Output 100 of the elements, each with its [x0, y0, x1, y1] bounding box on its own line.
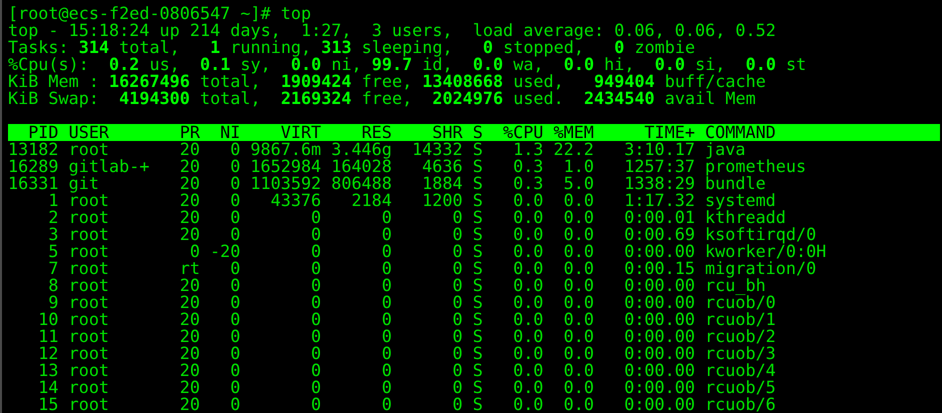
table-cell: rcuob/6 [705, 396, 776, 413]
table-cell-text: 0.0 [562, 192, 594, 209]
table-cell-text: 0.0 [562, 311, 594, 328]
column-header: S [472, 124, 483, 141]
table-cell-text: 20 [178, 277, 200, 294]
table-cell-text: 0 [380, 362, 392, 379]
table-cell-text: 9867.6m [249, 141, 322, 158]
table-cell-text: root [68, 396, 110, 413]
table-cell-text: root [68, 277, 110, 294]
table-cell-text: 0 [310, 379, 322, 396]
table-cell-text: 4636 [421, 158, 463, 175]
table-cell-text: 0 [380, 260, 392, 277]
table-cell-text: 0 [451, 311, 463, 328]
table-cell-text: 20 [178, 294, 200, 311]
table-cell-text: 2 [47, 209, 59, 226]
table-cell-text: git [68, 175, 99, 192]
table-cell-text: 0.3 [512, 158, 544, 175]
table-cell-text: 1257:37 [623, 158, 695, 175]
table-cell-text: 20 [178, 158, 200, 175]
table-cell-text: 0 [451, 396, 463, 413]
table-cell-text: 0 [380, 226, 392, 243]
table-cell-text: 0:00.00 [623, 396, 695, 413]
table-cell-text: S [472, 226, 483, 243]
table-cell-text: 0 [229, 175, 240, 192]
table-cell-text: 0 [310, 209, 322, 226]
table-cell-text: root [68, 345, 110, 362]
table-cell-text: 0:00.69 [623, 226, 695, 243]
table-cell-text: 0.0 [562, 379, 594, 396]
table-cell-text: 164028 [330, 158, 392, 175]
table-cell-text: 0.0 [512, 362, 544, 379]
table-cell-text: root [68, 328, 110, 345]
table-cell-text: S [472, 175, 483, 192]
table-cell-text: 0.0 [512, 345, 544, 362]
summary-line: KiB Swap: 4194300 total, 2169324 free, 2024976 used. 2434540 avail Mem [8, 90, 756, 107]
table-cell-text: 1.3 [512, 141, 544, 158]
table-cell-text: 0 [380, 294, 392, 311]
table-cell-text: 0 [188, 243, 200, 260]
column-header: TIME+ [643, 124, 695, 141]
table-cell-text: 20 [178, 379, 200, 396]
table-cell-text: 0 [310, 260, 322, 277]
table-cell: rcuob/4 [705, 362, 776, 379]
table-cell-text: 0.0 [562, 243, 594, 260]
table-cell-text: 0 [229, 158, 240, 175]
table-cell-text: S [472, 158, 483, 175]
table-cell-text: 0:00.00 [623, 379, 695, 396]
table-cell-text: 0.0 [562, 260, 594, 277]
table-cell-text: 0:00.00 [623, 362, 695, 379]
table-cell-text: 0 [451, 379, 463, 396]
table-cell: rcu_bh [705, 277, 766, 294]
table-cell-text: 0 [310, 311, 322, 328]
table-cell-text: S [472, 379, 483, 396]
table-cell-text: 0.3 [512, 175, 544, 192]
table-cell-text: 20 [178, 345, 200, 362]
table-cell-text: 20 [178, 192, 200, 209]
table-cell-text: root [68, 192, 110, 209]
table-cell-text: 20 [178, 396, 200, 413]
table-cell-text: root [68, 362, 110, 379]
table-cell-text: root [68, 311, 110, 328]
table-cell-text: S [472, 243, 483, 260]
table-cell: java [705, 141, 746, 158]
table-cell-text: S [472, 192, 483, 209]
table-cell-text: 20 [178, 362, 200, 379]
table-cell-text: 0.0 [562, 209, 594, 226]
table-cell: rcuob/0 [705, 294, 776, 311]
table-cell-text: 806488 [330, 175, 392, 192]
table-cell-text: S [472, 345, 483, 362]
table-cell-text: 1652984 [249, 158, 322, 175]
table-cell-text: 0:00.00 [623, 243, 695, 260]
table-cell-text: 43376 [270, 192, 322, 209]
table-cell-text: 0.0 [512, 379, 544, 396]
table-cell-text: 1338:29 [623, 175, 695, 192]
table-cell-text: 0 [451, 362, 463, 379]
table-cell-text: 1200 [421, 192, 463, 209]
summary-line: KiB Mem : 16267496 total, 1909424 free, 13408668 used, 949404 buff/cache [8, 73, 767, 90]
table-cell-text: S [472, 328, 483, 345]
table-cell-text: 20 [178, 209, 200, 226]
table-cell-text: 0 [310, 396, 322, 413]
table-cell-text: 0:00.00 [623, 294, 695, 311]
table-cell-text: 0 [380, 345, 392, 362]
table-cell-text: 0:00.00 [623, 277, 695, 294]
summary-line: top - 15:18:24 up 214 days, 1:27, 3 users, load average: 0.06, 0.06, 0.52 [8, 22, 777, 39]
table-cell-text: 0 [229, 294, 240, 311]
column-header: USER [68, 124, 110, 141]
table-cell-text: 0 [310, 328, 322, 345]
table-cell-text: root [68, 294, 110, 311]
table-cell-text: 0 [229, 345, 240, 362]
table-cell-text: 0 [380, 277, 392, 294]
table-cell-text: 0.0 [512, 226, 544, 243]
table-cell-text: 0 [380, 243, 392, 260]
table-cell-text: 1.0 [562, 158, 594, 175]
table-cell-text: 0 [310, 362, 322, 379]
table-cell-text: 0.0 [562, 396, 594, 413]
table-cell-text: 0 [310, 294, 322, 311]
table-cell-text: 20 [178, 328, 200, 345]
table-cell-text: root [68, 226, 110, 243]
table-cell-text: 22.2 [552, 141, 594, 158]
table-cell-text: 0 [229, 277, 240, 294]
table-cell-text: 0:00.01 [623, 209, 695, 226]
table-cell-text: 11 [37, 328, 59, 345]
table-cell-text: 0 [229, 141, 240, 158]
